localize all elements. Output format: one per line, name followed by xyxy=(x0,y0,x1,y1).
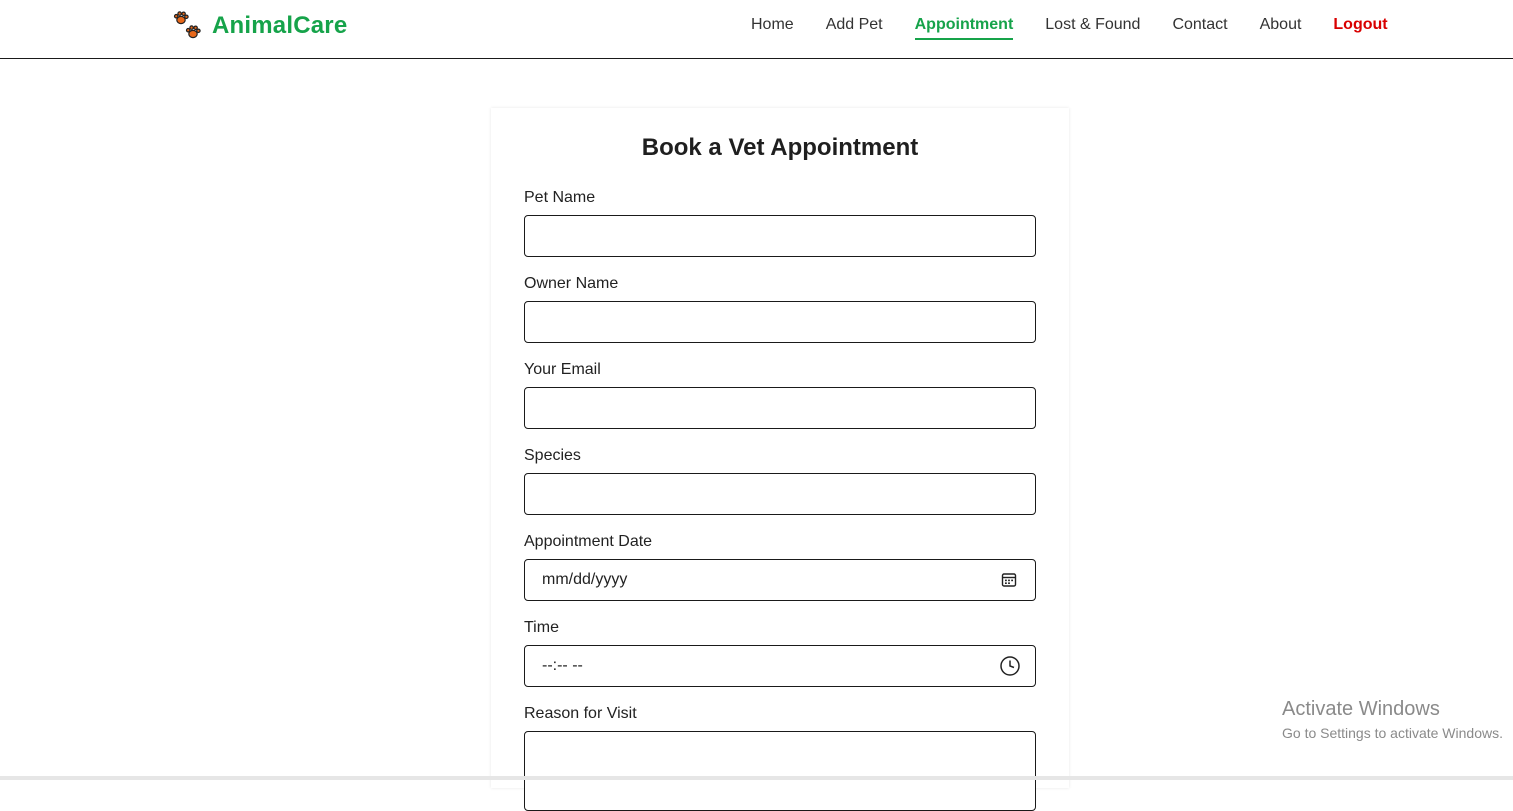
clock-icon[interactable] xyxy=(999,655,1021,677)
nav-link-add-pet[interactable]: Add Pet xyxy=(826,16,883,38)
form-title: Book a Vet Appointment xyxy=(641,134,919,161)
pet-name-label: Pet Name xyxy=(524,189,596,206)
reason-label: Reason for Visit xyxy=(524,705,637,722)
email-input[interactable] xyxy=(524,387,1036,429)
date-placeholder: mm/dd/yyyy xyxy=(542,571,628,588)
nav-link-contact[interactable]: Contact xyxy=(1172,16,1227,38)
nav-link-lost-found[interactable]: Lost & Found xyxy=(1045,16,1140,38)
time-placeholder: --:-- -- xyxy=(542,657,583,674)
pet-name-input[interactable] xyxy=(524,215,1036,257)
nav-links: Home Add Pet Appointment Lost & Found Co… xyxy=(751,16,1388,40)
email-label: Your Email xyxy=(524,361,601,378)
watermark-subtitle: Go to Settings to activate Windows. xyxy=(1282,725,1503,741)
nav-link-appointment[interactable]: Appointment xyxy=(914,16,1014,40)
appointment-date-label: Appointment Date xyxy=(524,533,653,550)
appointment-form-card: Book a Vet Appointment Pet Name Owner Na… xyxy=(491,108,1069,811)
paw-prints-icon xyxy=(173,11,201,39)
top-navbar: AnimalCare Home Add Pet Appointment Lost… xyxy=(0,0,1513,59)
logout-link[interactable]: Logout xyxy=(1333,16,1387,38)
time-label: Time xyxy=(524,619,559,636)
nav-link-about[interactable]: About xyxy=(1260,16,1302,38)
reason-textarea[interactable] xyxy=(524,731,1036,811)
owner-name-label: Owner Name xyxy=(524,275,619,292)
species-label: Species xyxy=(524,447,581,464)
species-input[interactable] xyxy=(524,473,1036,515)
owner-name-input[interactable] xyxy=(524,301,1036,343)
horizontal-scrollbar[interactable] xyxy=(0,776,1513,780)
calendar-icon[interactable] xyxy=(1000,571,1018,589)
activate-windows-watermark: Activate Windows Go to Settings to activ… xyxy=(1282,698,1503,741)
brand-logo[interactable]: AnimalCare xyxy=(172,10,347,42)
watermark-title: Activate Windows xyxy=(1282,698,1440,720)
appointment-date-input[interactable]: mm/dd/yyyy xyxy=(524,559,1036,601)
brand-name: AnimalCare xyxy=(212,12,348,39)
nav-link-home[interactable]: Home xyxy=(751,16,794,38)
time-input[interactable]: --:-- -- xyxy=(524,645,1036,687)
